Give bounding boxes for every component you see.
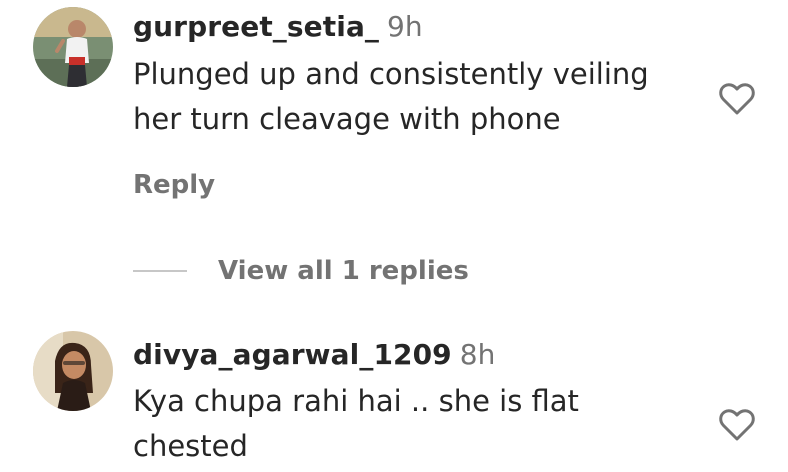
username[interactable]: divya_agarwal_1209	[133, 338, 452, 371]
view-replies-label: View all 1 replies	[218, 256, 469, 286]
comment-header: divya_agarwal_1209 8h	[133, 341, 495, 369]
profile-photo	[33, 331, 113, 411]
heart-outline-icon[interactable]	[717, 79, 757, 119]
comment-item: divya_agarwal_1209 8h Kya chupa rahi hai …	[0, 300, 788, 472]
avatar[interactable]	[33, 331, 113, 411]
timestamp: 9h	[387, 10, 423, 43]
view-replies-button[interactable]: View all 1 replies	[133, 255, 469, 287]
reply-button[interactable]: Reply	[133, 172, 215, 198]
comment-text: Kya chupa rahi hai .. she is flat cheste…	[133, 384, 579, 463]
comment-item: gurpreet_setia_ 9h Plunged up and consist…	[0, 0, 788, 300]
profile-photo	[33, 7, 113, 87]
divider-line	[133, 270, 187, 272]
comment-header: gurpreet_setia_ 9h	[133, 13, 423, 41]
avatar[interactable]	[33, 7, 113, 87]
comment-text: Plunged up and consistently veiling her …	[133, 57, 649, 136]
username[interactable]: gurpreet_setia_	[133, 10, 379, 43]
heart-outline-icon[interactable]	[717, 405, 757, 445]
timestamp: 8h	[459, 338, 496, 371]
